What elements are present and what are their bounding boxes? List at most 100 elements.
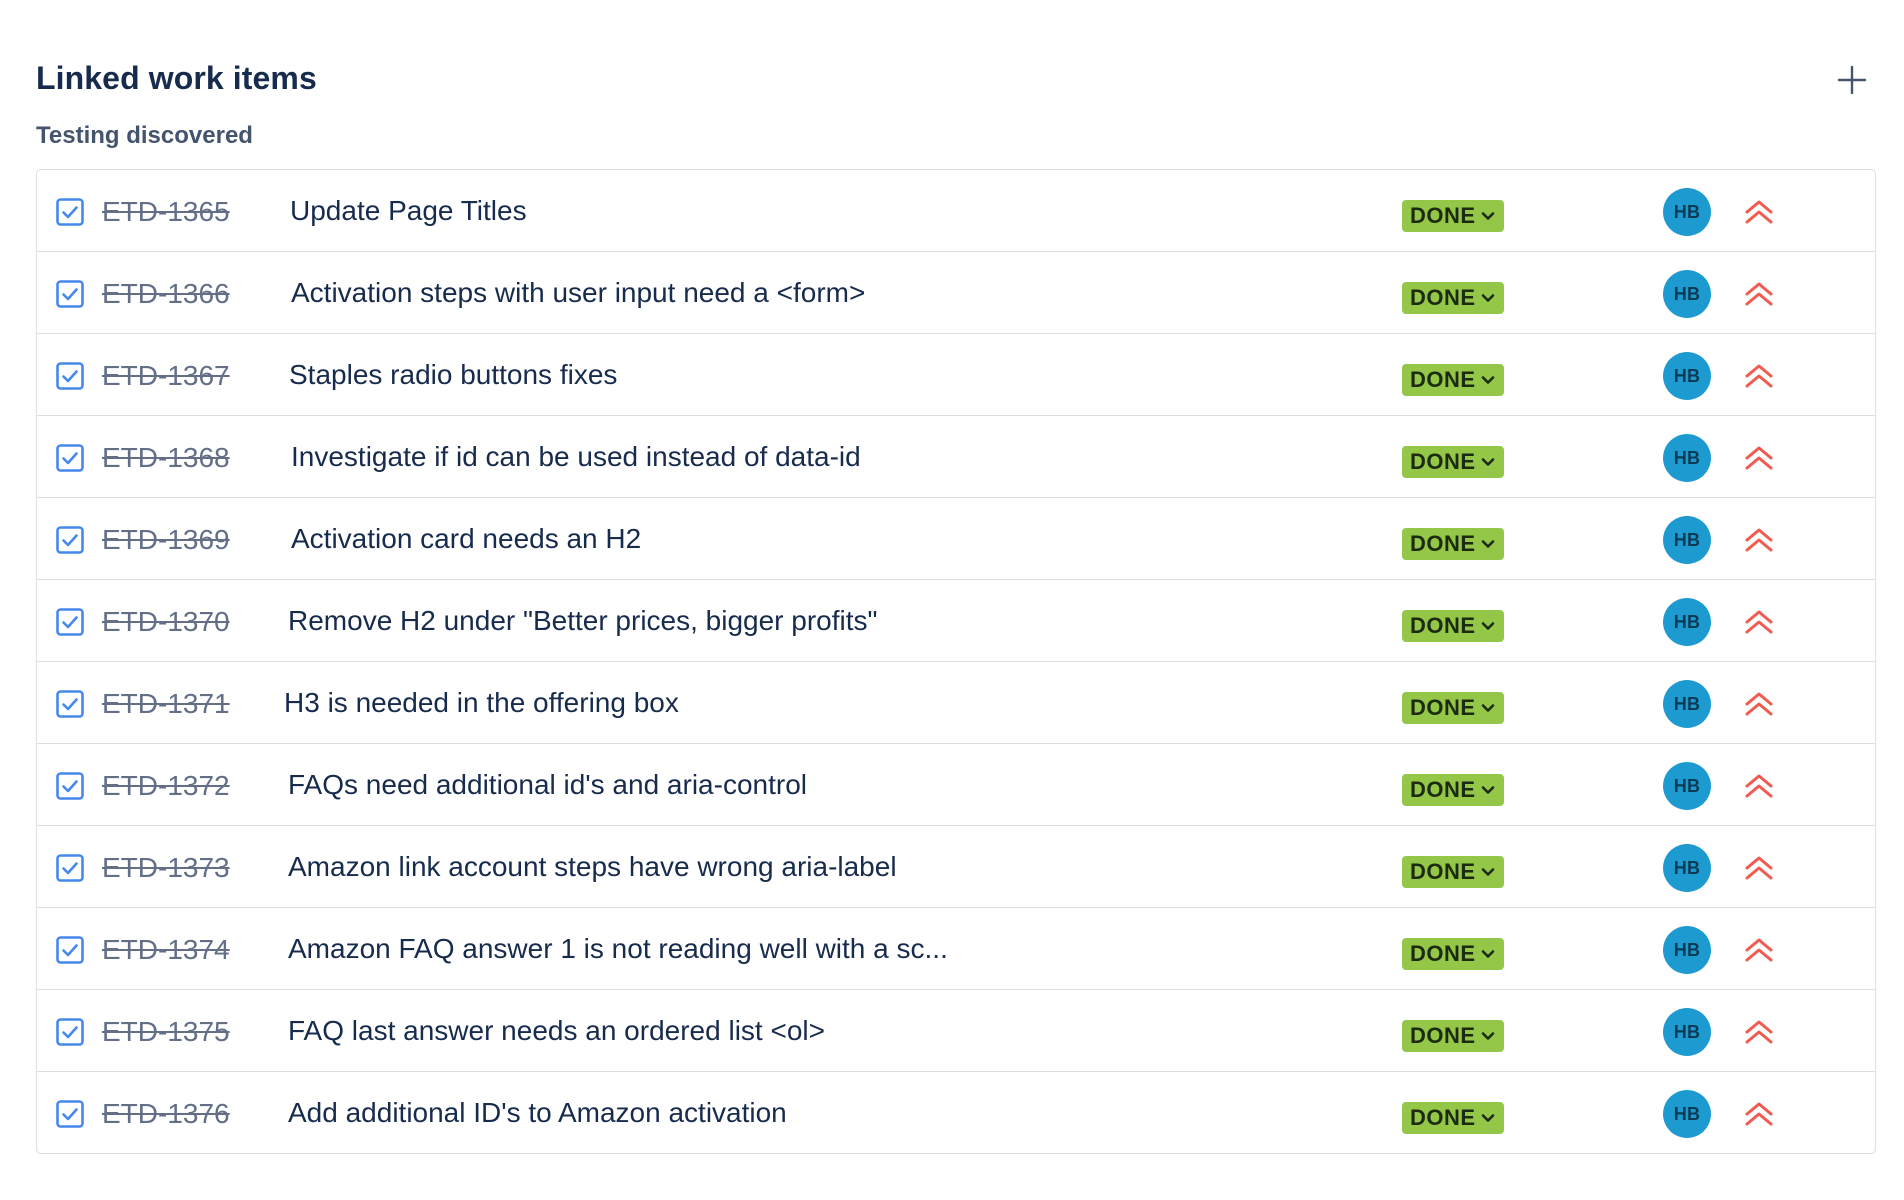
status-dropdown[interactable]: DONE [1402, 446, 1504, 478]
issue-key-link[interactable]: ETD-1366 [102, 278, 230, 310]
issue-summary-link[interactable]: FAQ last answer needs an ordered list <o… [288, 1015, 825, 1047]
assignee-avatar[interactable]: HB [1663, 680, 1711, 728]
highest-priority-icon [1745, 282, 1773, 306]
status-dropdown[interactable]: DONE [1402, 938, 1504, 970]
assignee-initials: HB [1673, 201, 1701, 222]
status-dropdown[interactable]: DONE [1402, 774, 1504, 806]
issue-summary-link[interactable]: Activation steps with user input need a … [291, 277, 865, 309]
issue-summary-link[interactable]: FAQs need additional id's and aria-contr… [288, 769, 807, 801]
status-label: DONE [1410, 531, 1476, 556]
linked-item-row[interactable]: ETD-1372 FAQs need additional id's and a… [37, 744, 1875, 826]
chevron-down-icon [1481, 950, 1494, 958]
linked-item-row[interactable]: ETD-1369 Activation card needs an H2 DON… [37, 498, 1875, 580]
add-linked-item-button[interactable] [1828, 56, 1876, 104]
status-dropdown[interactable]: DONE [1402, 200, 1504, 232]
issue-summary-link[interactable]: Add additional ID's to Amazon activation [288, 1097, 787, 1129]
issue-key-link[interactable]: ETD-1371 [102, 688, 230, 720]
highest-priority-icon [1745, 938, 1773, 962]
status-dropdown[interactable]: DONE [1402, 364, 1504, 396]
issue-summary-link[interactable]: Amazon FAQ answer 1 is not reading well … [288, 933, 948, 965]
checkbox-task-icon [56, 362, 84, 390]
chevron-down-icon [1481, 212, 1494, 220]
checkbox-task-icon [56, 198, 84, 226]
link-type-label: Testing discovered [36, 122, 253, 149]
highest-priority-icon [1745, 1102, 1773, 1126]
status-label: DONE [1410, 285, 1476, 310]
linked-item-row[interactable]: ETD-1370 Remove H2 under "Better prices,… [37, 580, 1875, 662]
assignee-avatar[interactable]: HB [1663, 516, 1711, 564]
issue-key-link[interactable]: ETD-1368 [102, 442, 230, 474]
chevron-down-icon [1481, 458, 1494, 466]
assignee-avatar[interactable]: HB [1663, 1090, 1711, 1138]
status-dropdown[interactable]: DONE [1402, 1102, 1504, 1134]
chevron-down-icon [1481, 376, 1494, 384]
issue-key-link[interactable]: ETD-1373 [102, 852, 230, 884]
issue-summary-link[interactable]: Activation card needs an H2 [291, 523, 641, 555]
assignee-initials: HB [1673, 611, 1701, 632]
status-dropdown[interactable]: DONE [1402, 610, 1504, 642]
issue-summary-link[interactable]: Remove H2 under "Better prices, bigger p… [288, 605, 877, 637]
assignee-initials: HB [1673, 939, 1701, 960]
issue-key-link[interactable]: ETD-1365 [102, 196, 230, 228]
assignee-avatar[interactable]: HB [1663, 926, 1711, 974]
linked-item-row[interactable]: ETD-1367 Staples radio buttons fixes DON… [37, 334, 1875, 416]
linked-items-list: ETD-1365 Update Page Titles DONE HB ETD-… [36, 169, 1876, 1154]
checkbox-task-icon [56, 526, 84, 554]
linked-item-row[interactable]: ETD-1374 Amazon FAQ answer 1 is not read… [37, 908, 1875, 990]
chevron-down-icon [1481, 540, 1494, 548]
status-label: DONE [1410, 367, 1476, 392]
assignee-avatar[interactable]: HB [1663, 270, 1711, 318]
assignee-initials: HB [1673, 529, 1701, 550]
status-label: DONE [1410, 613, 1476, 638]
linked-item-row[interactable]: ETD-1365 Update Page Titles DONE HB [37, 170, 1875, 252]
assignee-avatar[interactable]: HB [1663, 762, 1711, 810]
issue-key-link[interactable]: ETD-1374 [102, 934, 230, 966]
linked-item-row[interactable]: ETD-1366 Activation steps with user inpu… [37, 252, 1875, 334]
issue-summary-link[interactable]: Investigate if id can be used instead of… [291, 441, 861, 473]
status-label: DONE [1410, 1105, 1476, 1130]
status-dropdown[interactable]: DONE [1402, 528, 1504, 560]
status-dropdown[interactable]: DONE [1402, 282, 1504, 314]
assignee-initials: HB [1673, 447, 1701, 468]
highest-priority-icon [1745, 1020, 1773, 1044]
linked-item-row[interactable]: ETD-1373 Amazon link account steps have … [37, 826, 1875, 908]
status-label: DONE [1410, 449, 1476, 474]
issue-key-link[interactable]: ETD-1376 [102, 1098, 230, 1130]
assignee-avatar[interactable]: HB [1663, 434, 1711, 482]
assignee-initials: HB [1673, 1103, 1701, 1124]
assignee-initials: HB [1673, 1021, 1701, 1042]
status-label: DONE [1410, 695, 1476, 720]
assignee-avatar[interactable]: HB [1663, 188, 1711, 236]
chevron-down-icon [1481, 1032, 1494, 1040]
linked-item-row[interactable]: ETD-1375 FAQ last answer needs an ordere… [37, 990, 1875, 1072]
status-label: DONE [1410, 1023, 1476, 1048]
status-dropdown[interactable]: DONE [1402, 692, 1504, 724]
issue-key-link[interactable]: ETD-1375 [102, 1016, 230, 1048]
chevron-down-icon [1481, 622, 1494, 630]
linked-item-row[interactable]: ETD-1368 Investigate if id can be used i… [37, 416, 1875, 498]
highest-priority-icon [1745, 200, 1773, 224]
issue-summary-link[interactable]: H3 is needed in the offering box [284, 687, 679, 719]
status-dropdown[interactable]: DONE [1402, 1020, 1504, 1052]
assignee-avatar[interactable]: HB [1663, 352, 1711, 400]
assignee-avatar[interactable]: HB [1663, 844, 1711, 892]
chevron-down-icon [1481, 786, 1494, 794]
plus-icon [1837, 65, 1867, 95]
issue-key-link[interactable]: ETD-1369 [102, 524, 230, 556]
assignee-avatar[interactable]: HB [1663, 1008, 1711, 1056]
linked-item-row[interactable]: ETD-1376 Add additional ID's to Amazon a… [37, 1072, 1875, 1153]
chevron-down-icon [1481, 1114, 1494, 1122]
status-label: DONE [1410, 777, 1476, 802]
assignee-avatar[interactable]: HB [1663, 598, 1711, 646]
highest-priority-icon [1745, 364, 1773, 388]
assignee-initials: HB [1673, 283, 1701, 304]
issue-key-link[interactable]: ETD-1367 [102, 360, 230, 392]
issue-key-link[interactable]: ETD-1370 [102, 606, 230, 638]
issue-summary-link[interactable]: Update Page Titles [290, 195, 527, 227]
linked-item-row[interactable]: ETD-1371 H3 is needed in the offering bo… [37, 662, 1875, 744]
status-dropdown[interactable]: DONE [1402, 856, 1504, 888]
issue-summary-link[interactable]: Staples radio buttons fixes [289, 359, 617, 391]
chevron-down-icon [1481, 704, 1494, 712]
issue-key-link[interactable]: ETD-1372 [102, 770, 230, 802]
issue-summary-link[interactable]: Amazon link account steps have wrong ari… [288, 851, 897, 883]
